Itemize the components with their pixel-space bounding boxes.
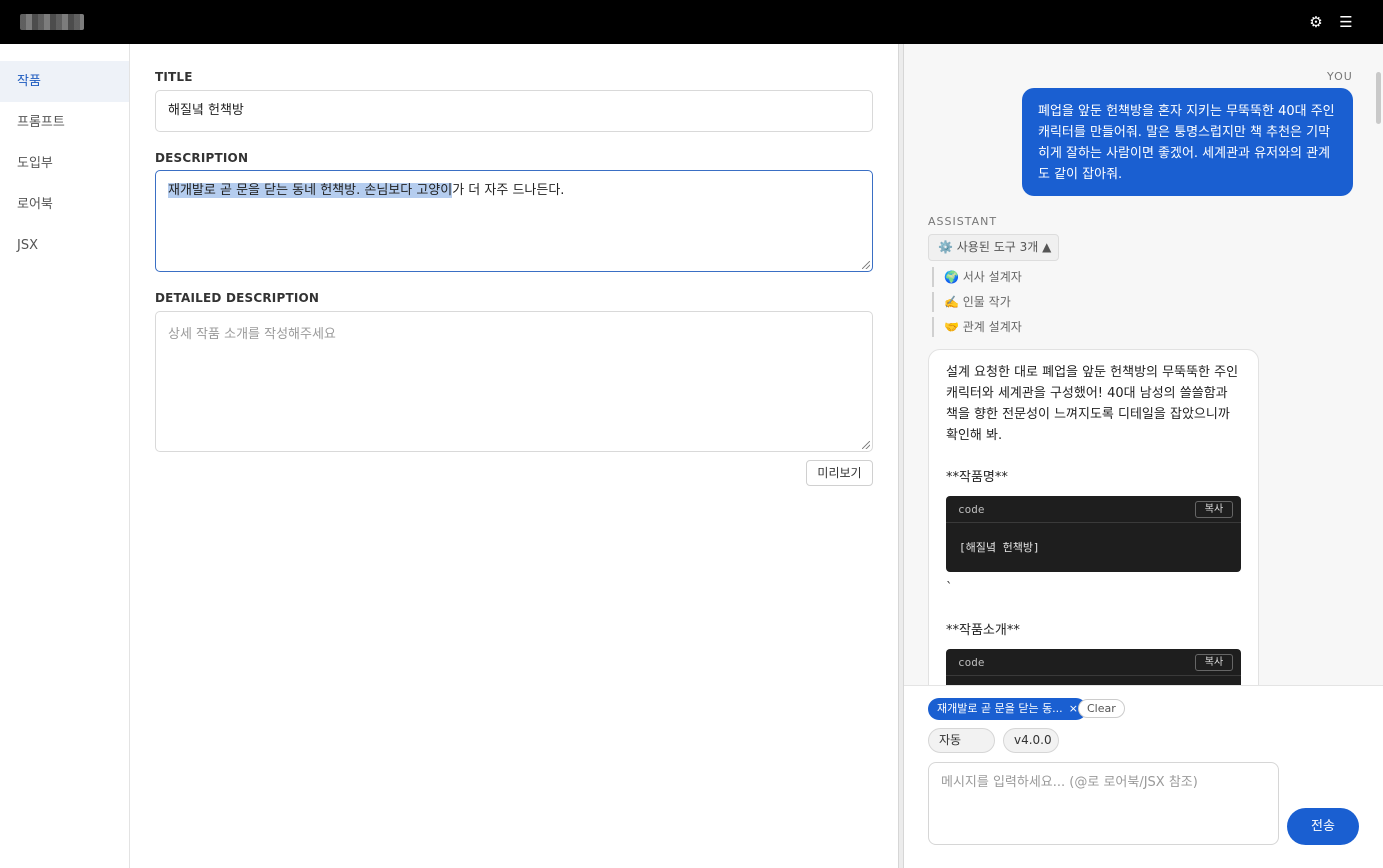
detailed-description-placeholder: 상세 작품 소개를 작성해주세요 <box>168 327 336 342</box>
title-input[interactable]: 해질녘 헌책방 <box>155 90 873 132</box>
tool-item-character: ✍️ 인물 작가 <box>932 292 1011 312</box>
message-input[interactable]: 메시지를 입력하세요... (@로 로어북/JSX 참조) <box>928 762 1279 845</box>
sidebar-item-lorebook[interactable]: 로어북 <box>0 184 129 225</box>
detailed-description-label: DETAILED DESCRIPTION <box>155 291 320 305</box>
user-message: 폐업을 앞둔 헌책방을 혼자 지키는 무뚝뚝한 40대 주인 캐릭터를 만들어줘… <box>1022 88 1353 196</box>
code-language: code <box>958 503 985 516</box>
top-bar: ⚙ ☰ <box>0 0 1383 44</box>
title-label: TITLE <box>155 70 193 84</box>
mode-select[interactable]: 자동 <box>928 728 995 753</box>
assistant-intro: 설계 요청한 대로 폐업을 앞둔 헌책방의 무뚝뚝한 주인 캐릭터와 세계관을 … <box>946 365 1239 443</box>
copy-button[interactable]: 복사 <box>1195 654 1233 671</box>
code-header: code 복사 <box>946 496 1241 523</box>
work-editor: TITLE 해질녘 헌책방 DESCRIPTION 재개발로 곧 문을 닫는 동… <box>130 44 898 868</box>
sidebar-item-prompt[interactable]: 프롬프트 <box>0 102 129 143</box>
stray-backtick: ` <box>946 581 953 596</box>
copy-button[interactable]: 복사 <box>1195 501 1233 518</box>
resize-handle-icon[interactable] <box>862 261 870 269</box>
chat-panel: YOU 폐업을 앞둔 헌책방을 혼자 지키는 무뚝뚝한 40대 주인 캐릭터를 … <box>904 44 1383 868</box>
description-text: 가 더 자주 드나든다. <box>452 183 565 198</box>
context-chip-label: 재개발로 곧 문을 닫는 동... <box>937 702 1063 715</box>
sidebar: 작품 프롬프트 도입부 로어북 JSX <box>0 44 130 868</box>
you-label: YOU <box>1327 70 1353 83</box>
message-composer: 재개발로 곧 문을 닫는 동... × Clear 자동 v4.0.0 메시지를 … <box>904 685 1383 868</box>
sidebar-item-works[interactable]: 작품 <box>0 61 129 102</box>
chat-messages[interactable]: YOU 폐업을 앞둔 헌책방을 혼자 지키는 무뚝뚝한 40대 주인 캐릭터를 … <box>904 44 1383 685</box>
assistant-label: ASSISTANT <box>928 215 998 228</box>
section-heading-title: **작품명** <box>946 470 1008 485</box>
assistant-message: 설계 요청한 대로 폐업을 앞둔 헌책방의 무뚝뚝한 주인 캐릭터와 세계관을 … <box>928 349 1259 685</box>
context-chip[interactable]: 재개발로 곧 문을 닫는 동... × <box>928 698 1087 720</box>
close-icon[interactable]: × <box>1069 702 1078 715</box>
chat-scrollbar[interactable] <box>1376 72 1381 124</box>
section-heading-intro: **작품소개** <box>946 623 1020 638</box>
resize-handle-icon[interactable] <box>862 441 870 449</box>
detailed-description-textarea[interactable]: 상세 작품 소개를 작성해주세요 <box>155 311 873 452</box>
app-logo <box>20 14 84 30</box>
code-header: code 복사 <box>946 649 1241 676</box>
sidebar-item-jsx[interactable]: JSX <box>0 225 129 266</box>
gear-icon[interactable]: ⚙ <box>1306 12 1326 32</box>
code-block: code 복사 <box>946 649 1241 685</box>
code-language: code <box>958 656 985 669</box>
code-block: code 복사 [해질녘 헌책방] <box>946 496 1241 572</box>
description-textarea[interactable]: 재개발로 곧 문을 닫는 동네 헌책방. 손님보다 고양이가 더 자주 드나든다… <box>155 170 873 272</box>
tools-toggle-button[interactable]: ⚙️ 사용된 도구 3개 ▲ <box>928 234 1059 261</box>
tool-item-narrative: 🌍 서사 설계자 <box>932 267 1022 287</box>
description-label: DESCRIPTION <box>155 151 249 165</box>
send-button[interactable]: 전송 <box>1287 808 1359 845</box>
hamburger-menu-icon[interactable]: ☰ <box>1336 12 1356 32</box>
sidebar-item-intro[interactable]: 도입부 <box>0 143 129 184</box>
selected-text: 재개발로 곧 문을 닫는 동네 헌책방. 손님보다 고양이 <box>168 183 453 198</box>
preview-button[interactable]: 미리보기 <box>806 460 873 486</box>
version-select[interactable]: v4.0.0 <box>1003 728 1059 753</box>
tool-item-relationship: 🤝 관계 설계자 <box>932 317 1022 337</box>
code-content: [해질녘 헌책방] <box>959 541 1040 554</box>
clear-button[interactable]: Clear <box>1078 699 1125 718</box>
